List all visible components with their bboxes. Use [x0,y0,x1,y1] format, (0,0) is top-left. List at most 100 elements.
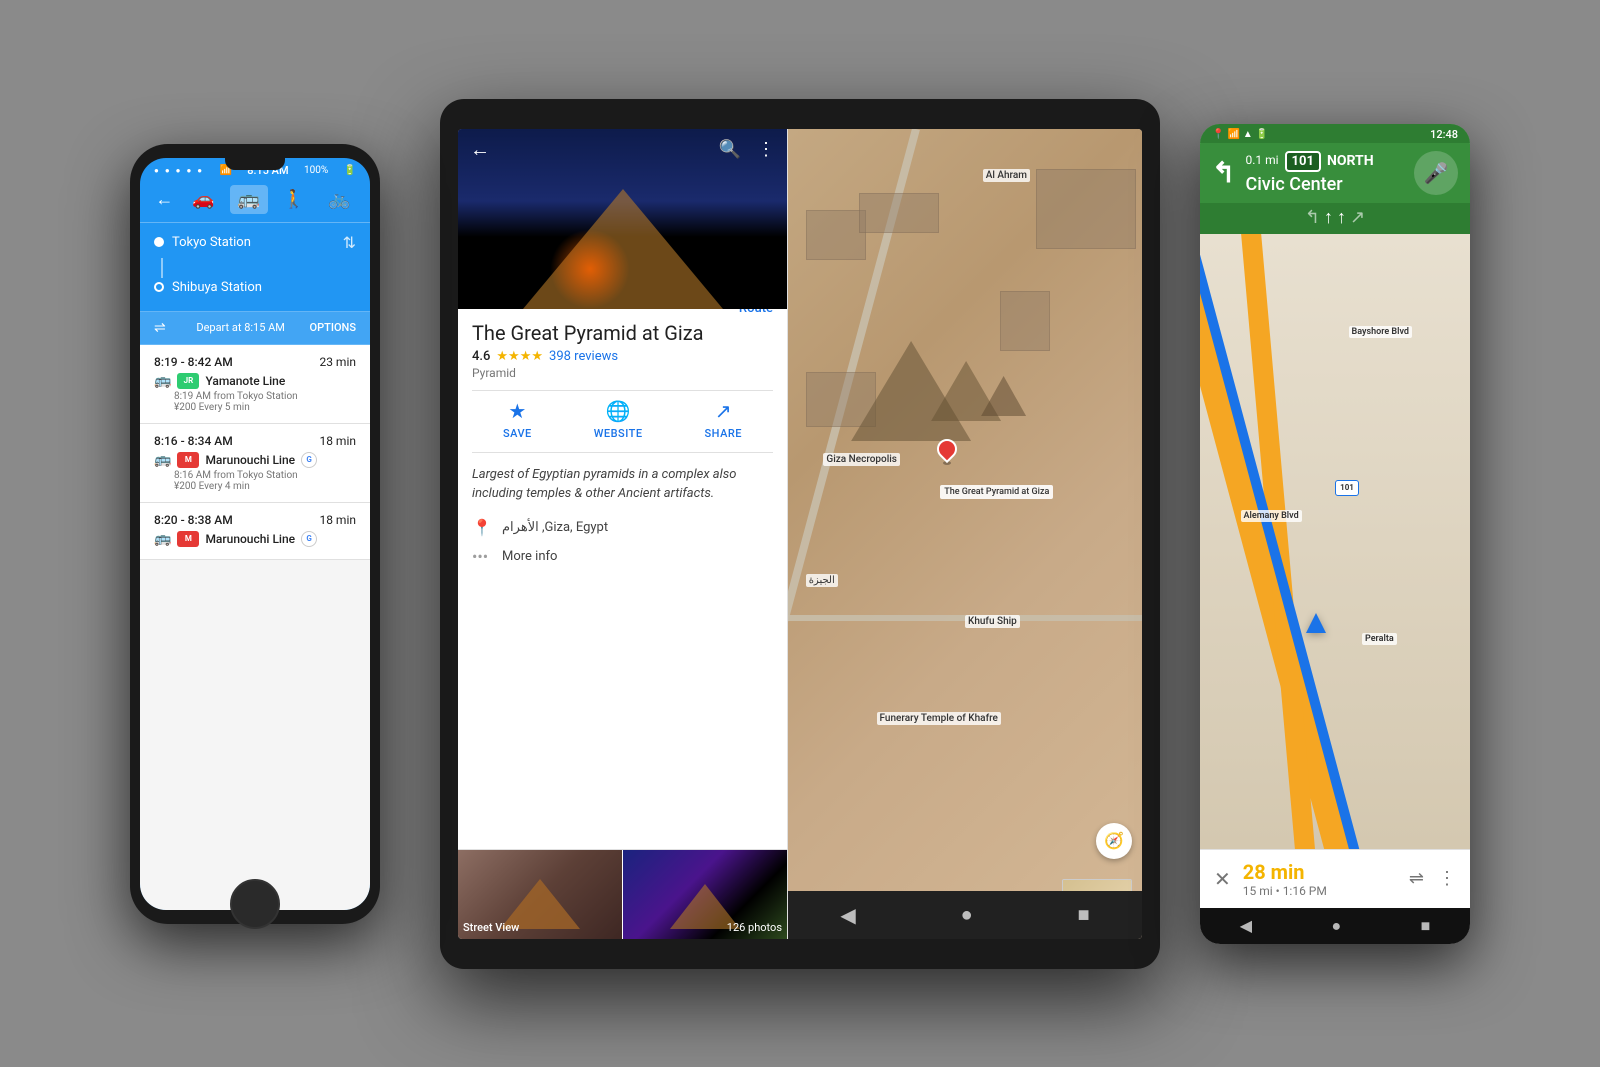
navbar-home[interactable]: ● [961,902,973,927]
route-item-2[interactable]: 8:16 - 8:34 AM 18 min 🚌 M Marunouchi Lin… [140,424,370,503]
map-label-necropolis: Giza Necropolis [823,453,900,466]
more-nav-options-icon[interactable]: ⋮ [1438,868,1456,889]
route2-line-row: 🚌 M Marunouchi Line G [154,452,356,468]
save-action-button[interactable]: ★ SAVE [503,399,532,440]
m-code-1: M [185,455,192,464]
phone-left-screen: ● ● ● ● ● 📶 8:15 AM 100% 🔋 ← 🚗 🚌 🚶 🚲 Tok… [140,158,370,910]
navbar-back[interactable]: ◀ [840,903,855,927]
highway-map-badge: 101 [1335,480,1359,496]
highway-number: 101 [1292,154,1314,169]
place-info-panel: The Great Pyramid at Giza Route 4.6 ★★★★… [458,309,787,849]
transit-icon-1: 🚌 [154,373,171,389]
eta-separator: • [1276,884,1283,898]
compass-icon: 🧭 [1104,831,1124,850]
from-station-row: Tokyo Station ⇅ [154,233,356,252]
mic-button[interactable]: 🎤 [1414,151,1458,195]
from-station-name: Tokyo Station [172,235,251,250]
map-place-marker[interactable] [935,439,959,469]
street-view-thumb[interactable]: Street View [458,850,622,939]
map-label-ahram: Al Ahram [983,169,1030,182]
signal-dots: ● ● ● ● ● [154,166,204,175]
transit-tab[interactable]: 🚌 [230,185,268,214]
photos-count: 126 photos [727,921,782,934]
walk-tab[interactable]: 🚶 [275,185,313,214]
search-icon[interactable]: 🔍 [719,139,741,160]
route2-duration: 18 min [319,434,356,448]
bayshore-label: Bayshore Blvd [1349,326,1413,338]
android-navbar: ◀ ● ■ [1200,908,1470,944]
android-back-btn[interactable]: ◀ [1240,916,1252,935]
more-info-row[interactable]: ••• More info [472,547,773,566]
swap-icon[interactable]: ⇅ [343,233,356,252]
from-dot [154,237,164,247]
bike-tab[interactable]: 🚲 [320,185,358,214]
m-code-2: M [185,534,192,543]
options-button[interactable]: OPTIONS [310,321,356,334]
eta-miles: 15 mi [1243,884,1273,898]
location-row: 📍 الأهرام ,Giza, Egypt [472,518,773,537]
building-4 [1036,169,1136,249]
lane-arrow-3: ↑ [1337,207,1346,228]
street-view-label: Street View [463,921,519,934]
map-label-giza: الجيزة [806,574,838,587]
turn-instruction: ↰ [1212,156,1235,189]
eta-info: 28 min 15 mi • 1:16 PM [1243,860,1327,898]
android-home-btn[interactable]: ● [1331,916,1341,936]
place-title: The Great Pyramid at Giza [472,321,704,345]
route-options-icon[interactable]: ⇌ [1409,868,1424,889]
route3-line-name: Marunouchi Line [205,532,295,546]
route1-duration: 23 min [319,355,356,369]
share-action-button[interactable]: ↗ SHARE [705,399,743,440]
station-connector [161,258,163,278]
route-highlight [1200,234,1469,849]
pyramid-glow [550,229,630,309]
header-back-button[interactable]: ← [470,137,490,162]
thumbnails-row: Street View 126 photos [458,849,787,939]
lane-arrow-1: ↰ [1305,207,1320,228]
depart-text: Depart at 8:15 AM [196,321,285,334]
distance-to-turn: 0.1 mi [1245,153,1278,167]
save-label: SAVE [503,427,532,440]
direction-instruction: ↰ 0.1 mi 101 NORTH Civic Center [1200,143,1470,203]
marker-pin [933,435,961,463]
aerial-map: Al Ahram Giza Necropolis الجيزة Khufu Sh… [788,129,1142,939]
tablet-map-panel[interactable]: Al Ahram Giza Necropolis الجيزة Khufu Sh… [788,129,1142,939]
android-recents-btn[interactable]: ■ [1421,916,1431,936]
stations-panel: Tokyo Station ⇅ Shibuya Station [140,223,370,312]
map-label-funerary: Funerary Temple of Khafre [877,712,1001,725]
to-station-row: Shibuya Station [154,280,356,295]
route-item-1[interactable]: 8:19 - 8:42 AM 23 min 🚌 JR Yamanote Line… [140,345,370,424]
phone-notch [225,158,285,170]
devices-container: ● ● ● ● ● 📶 8:15 AM 100% 🔋 ← 🚗 🚌 🚶 🚲 Tok… [100,59,1500,1009]
tablet-navbar: ◀ ● ■ [788,891,1142,939]
drive-tab[interactable]: 🚗 [184,185,222,214]
reviews-link[interactable]: 398 reviews [549,349,618,364]
depart-row[interactable]: ⇌ Depart at 8:15 AM OPTIONS [140,312,370,345]
map-compass[interactable]: 🧭 [1096,823,1132,859]
route-button[interactable]: Route [739,309,773,316]
route-item-3[interactable]: 8:20 - 8:38 AM 18 min 🚌 M Marunouchi Lin… [140,503,370,560]
map-label-khufu: Khufu Ship [965,615,1020,628]
photos-thumb[interactable]: 126 photos [622,850,787,939]
eta-bar: ✕ 28 min 15 mi • 1:16 PM ⇌ ⋮ [1200,849,1470,908]
battery-icon: 🔋 [344,165,356,176]
navigation-arrow [1306,613,1326,633]
website-action-button[interactable]: 🌐 WEBSITE [594,399,643,440]
building-2 [859,193,939,233]
navbar-recents[interactable]: ■ [1077,902,1089,927]
action-buttons: ★ SAVE 🌐 WEBSITE ↗ SHARE [472,390,773,453]
navigation-map[interactable]: Bayshore Blvd Alemany Blvd Peralta 101 [1200,234,1470,849]
routes-list: 8:19 - 8:42 AM 23 min 🚌 JR Yamanote Line… [140,345,370,910]
lane-arrow-2: ↑ [1324,207,1333,228]
home-button[interactable] [230,879,280,929]
navigation-bottom-icons: ⇌ ⋮ [1409,868,1456,889]
pyramid-map-label: The Great Pyramid at Giza [940,485,1053,499]
close-navigation-button[interactable]: ✕ [1214,867,1231,891]
more-options-icon[interactable]: ⋮ [757,139,775,160]
place-description: Largest of Egyptian pyramids in a comple… [472,465,773,504]
back-button[interactable]: ← [151,185,177,214]
lane-arrow-4: ↗ [1350,207,1365,228]
peralta-label: Peralta [1362,633,1397,645]
save-icon: ★ [508,399,526,423]
route3-line-row: 🚌 M Marunouchi Line G [154,531,356,547]
